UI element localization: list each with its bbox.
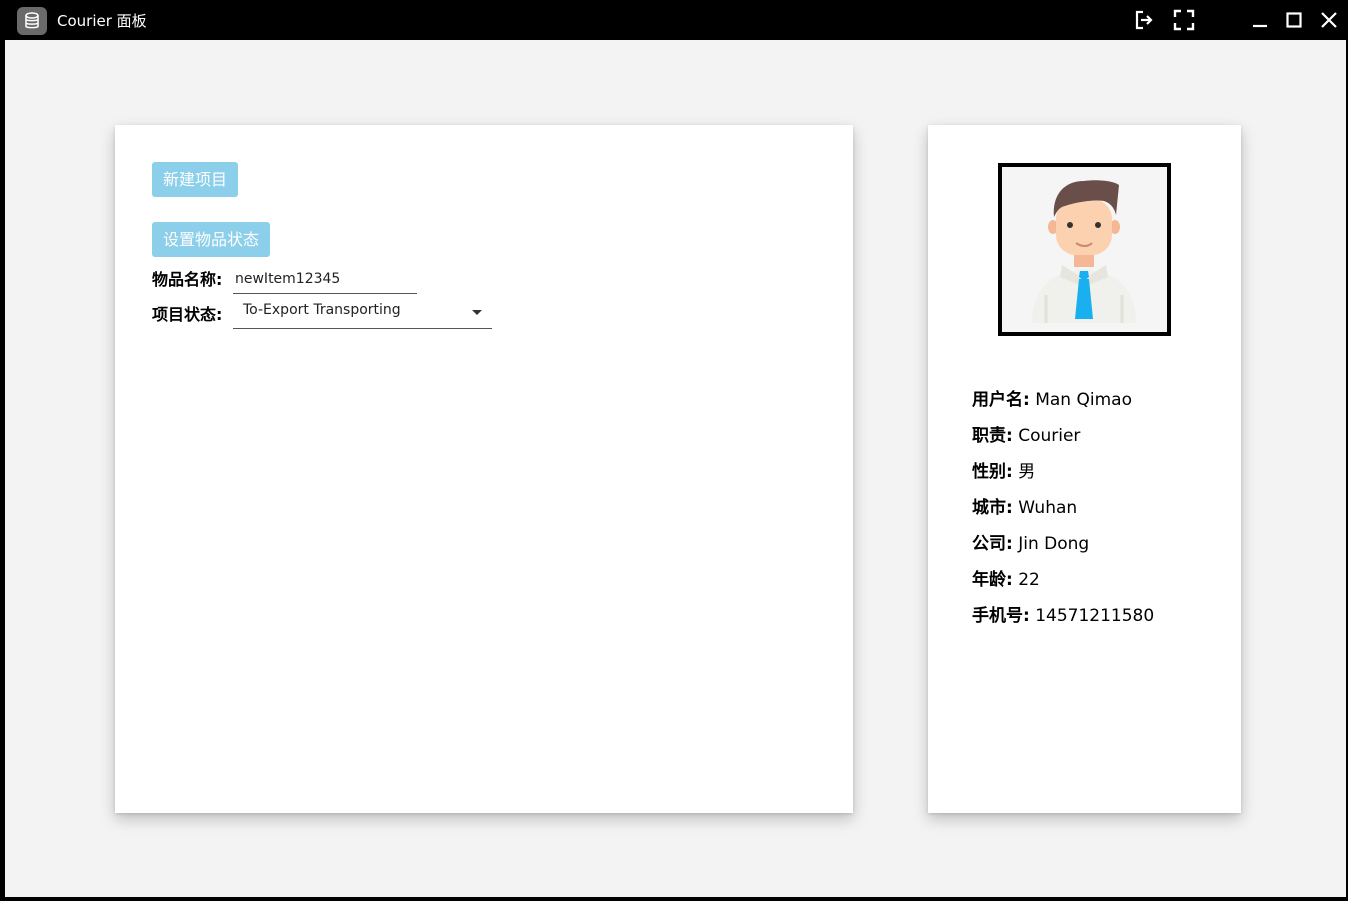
profile-row-phone: 手机号: 14571211580	[972, 601, 1154, 626]
profile-row-company: 公司: Jin Dong	[972, 529, 1089, 554]
profile-row-age: 年龄: 22	[972, 565, 1040, 590]
profile-value: Jin Dong	[1018, 534, 1090, 554]
profile-value: Courier	[1018, 426, 1081, 446]
profile-row-city: 城市: Wuhan	[972, 493, 1077, 518]
close-icon[interactable]	[1317, 8, 1341, 32]
profile-label: 年龄:	[972, 570, 1013, 590]
item-name-input[interactable]	[233, 265, 417, 294]
profile-value: Wuhan	[1018, 498, 1078, 518]
logout-icon[interactable]	[1132, 8, 1156, 32]
title-bar: Courier 面板	[5, 0, 1346, 40]
set-item-status-button[interactable]: 设置物品状态	[152, 222, 271, 257]
profile-row-gender: 性别: 男	[972, 457, 1035, 482]
item-status-selected-value: To-Export Transporting	[243, 302, 401, 318]
profile-label: 公司:	[972, 534, 1013, 554]
window-title: Courier 面板	[57, 12, 147, 30]
profile-value: Man Qimao	[1035, 390, 1132, 410]
item-status-label: 项目状态:	[152, 305, 223, 324]
chevron-down-icon	[472, 310, 482, 315]
maximize-icon[interactable]	[1282, 8, 1306, 32]
fullscreen-icon[interactable]	[1172, 8, 1196, 32]
minimize-icon[interactable]	[1248, 8, 1272, 32]
new-item-button[interactable]: 新建项目	[152, 162, 239, 197]
item-name-label: 物品名称:	[152, 270, 223, 289]
app-window: Courier 面板 新建项目 设置物品状态 物品名称: newItem1234…	[5, 0, 1346, 897]
user-profile-card: 用户名: Man Qimao 职责: Courier 性别: 男 城市: Wuh…	[928, 125, 1241, 813]
item-form-card: 新建项目 设置物品状态 物品名称: 项目状态: To-Export Transp…	[115, 125, 853, 813]
profile-label: 用户名:	[972, 390, 1030, 410]
profile-label: 职责:	[972, 426, 1013, 446]
profile-label: 城市:	[972, 498, 1013, 518]
profile-value: 14571211580	[1035, 606, 1155, 626]
profile-label: 性别:	[972, 462, 1013, 482]
database-icon	[17, 7, 47, 35]
item-status-select[interactable]: To-Export Transporting	[233, 296, 492, 329]
profile-value: 男	[1018, 462, 1036, 482]
profile-label: 手机号:	[972, 606, 1030, 626]
profile-row-username: 用户名: Man Qimao	[972, 385, 1132, 410]
profile-value: 22	[1018, 570, 1040, 590]
profile-row-role: 职责: Courier	[972, 421, 1080, 446]
avatar	[998, 163, 1171, 336]
